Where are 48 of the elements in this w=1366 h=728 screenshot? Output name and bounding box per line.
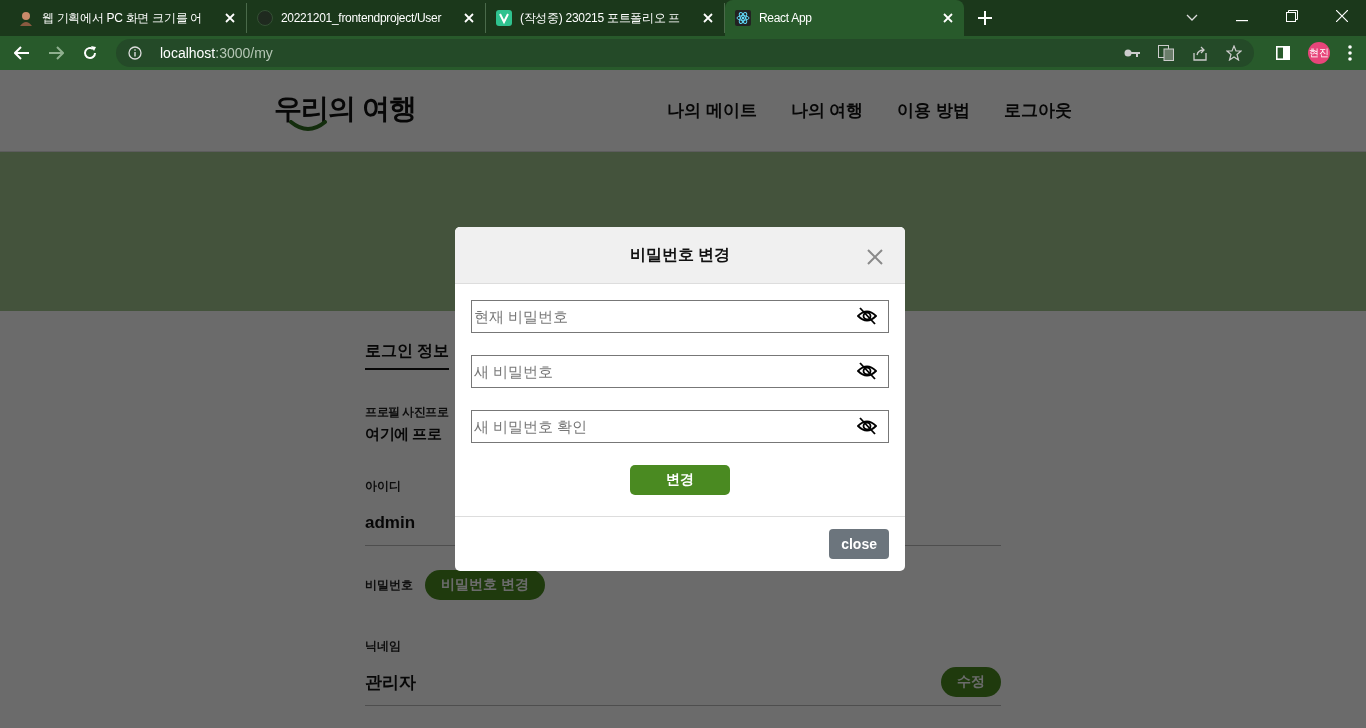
browser-tab[interactable]: 20221201_frontendproject/User: [247, 3, 486, 33]
dialog-title: 비밀번호 변경: [629, 244, 731, 265]
share-icon[interactable]: [1192, 45, 1208, 61]
browser-tab[interactable]: 웹 기획에서 PC 화면 크기를 어: [8, 3, 247, 33]
plus-icon[interactable]: [978, 11, 992, 25]
key-icon[interactable]: [1124, 48, 1140, 58]
field-label: 닉네임: [365, 638, 401, 655]
change-password-button[interactable]: 비밀번호 변경: [425, 570, 545, 600]
field-label: 아이디: [365, 478, 401, 495]
star-icon[interactable]: [1226, 45, 1242, 61]
back-arrow-icon[interactable]: [14, 46, 30, 60]
field-value: 관리자: [365, 671, 416, 694]
field-value: 여기에 프로: [365, 425, 442, 444]
reload-icon[interactable]: [82, 45, 98, 61]
password-field[interactable]: 새 비밀번호: [471, 355, 889, 388]
edit-button[interactable]: 수정: [941, 667, 1001, 697]
forward-arrow-icon[interactable]: [48, 46, 64, 60]
eye-slash-icon[interactable]: [857, 362, 877, 380]
browser-tab[interactable]: React App: [725, 0, 964, 36]
browser-tab[interactable]: (작성중) 230215 포트폴리오 프: [486, 3, 725, 33]
eye-slash-icon[interactable]: [857, 307, 877, 325]
nav-link[interactable]: 이용 방법: [897, 99, 970, 122]
person-icon: [18, 10, 34, 26]
field-value: admin: [365, 513, 416, 533]
address-bar[interactable]: localhost:3000/my: [116, 39, 1254, 67]
nav-link[interactable]: 로그아웃: [1004, 99, 1072, 122]
logo-text[interactable]: 우리의 여행: [274, 89, 416, 128]
info-icon: [128, 46, 142, 60]
field-label: 비밀번호: [365, 576, 413, 594]
chevron-down-icon[interactable]: [1186, 14, 1198, 22]
close-button[interactable]: close: [829, 529, 889, 559]
translate-icon[interactable]: [1158, 45, 1174, 61]
restore-icon[interactable]: [1286, 10, 1298, 22]
nav-link[interactable]: 나의 여행: [790, 99, 864, 122]
url-text: localhost:3000/my: [160, 45, 273, 61]
atom-icon: [735, 10, 751, 26]
nav-link[interactable]: 나의 메이트: [666, 99, 757, 122]
submit-button[interactable]: 변경: [630, 465, 730, 495]
eye-slash-icon[interactable]: [857, 417, 877, 435]
more-menu-icon[interactable]: [1348, 45, 1352, 61]
field-label: 프로필 사진프로: [365, 404, 449, 421]
password-field[interactable]: 새 비밀번호 확인: [471, 410, 889, 443]
side-panel-icon[interactable]: [1276, 46, 1290, 60]
minimize-icon[interactable]: [1236, 20, 1248, 22]
section-tab[interactable]: 로그인 정보: [365, 341, 450, 370]
password-field[interactable]: 현재 비밀번호: [471, 300, 889, 333]
v-logo-icon: [496, 10, 512, 26]
profile-avatar[interactable]: 현진: [1308, 42, 1330, 64]
